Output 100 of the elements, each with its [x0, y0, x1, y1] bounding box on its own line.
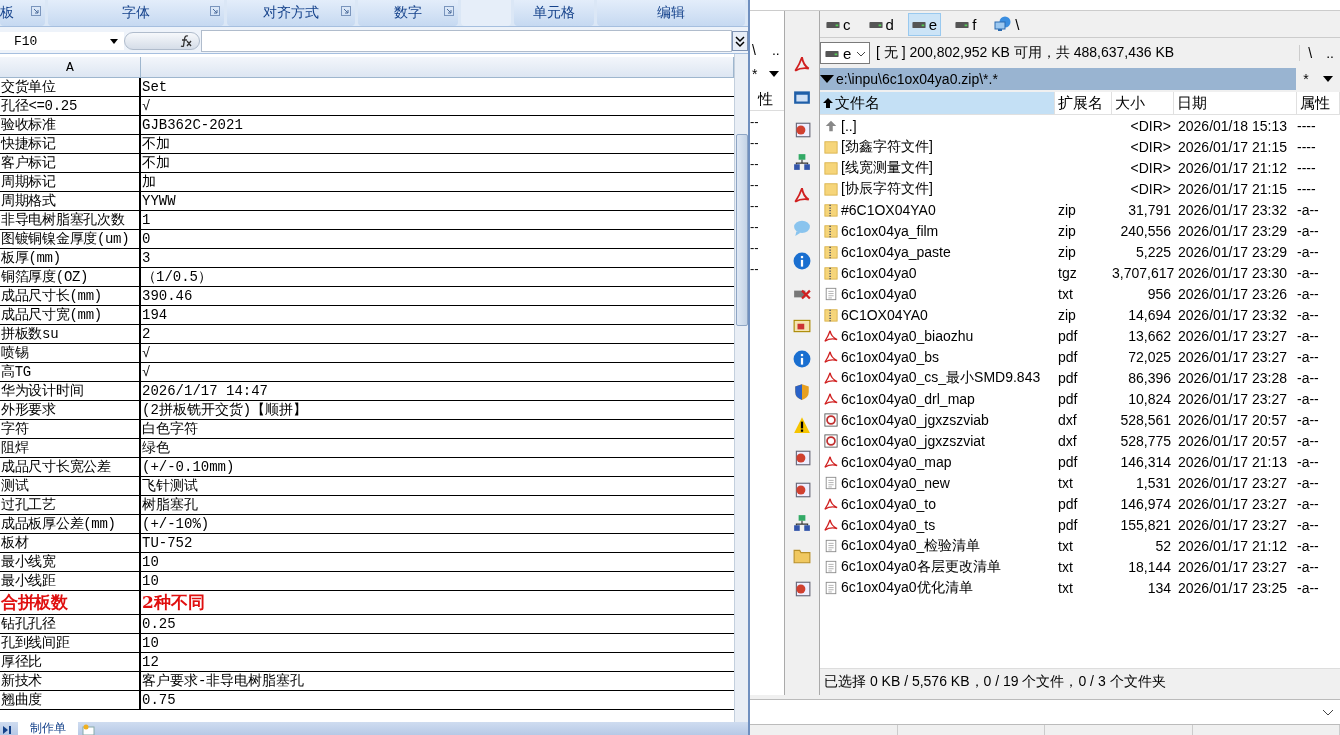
file-row[interactable]: [劲鑫字符文件] <DIR> 2026/01/17 21:15 ---- — [820, 136, 1340, 157]
presentation-icon[interactable] — [793, 448, 811, 467]
path-bar[interactable]: e:\inpu\6c1ox04ya0.zip\*.* — [820, 68, 1296, 90]
network-icon[interactable] — [793, 153, 811, 172]
table-cell: 翘曲度 — [0, 691, 141, 709]
table-cell: 孔径<=0.25 — [0, 97, 141, 115]
file-name: 6c1ox04ya0_drl_map — [841, 390, 975, 407]
table-cell-text: YYWW — [141, 192, 177, 210]
file-row[interactable]: 6c1ox04ya_paste zip 5,225 2026/01/17 23:29 -a-- — [820, 241, 1340, 262]
dialog-launcher-icon[interactable] — [341, 6, 351, 16]
file-row[interactable]: 6c1ox04ya0_drl_map pdf 10,824 2026/01/17 23:27 -a-- — [820, 388, 1340, 409]
table-cell-text: 不加 — [141, 154, 171, 172]
name-box[interactable]: F10 — [0, 32, 124, 50]
column-header[interactable]: 日期 — [1174, 92, 1297, 114]
formula-field[interactable] — [201, 30, 732, 52]
dialog-launcher-icon[interactable] — [31, 6, 41, 16]
file-date: 2026/01/17 20:57 — [1178, 411, 1287, 428]
file-row[interactable]: 6c1ox04ya0_ts pdf 155,821 2026/01/17 23:27 -a-- — [820, 514, 1340, 535]
file-row[interactable]: 6c1ox04ya0各层更改清单 txt 18,144 2026/01/17 23:27 -a-- — [820, 556, 1340, 577]
file-row[interactable]: 6c1ox04ya0_map pdf 146,314 2026/01/17 21:13 -a-- — [820, 451, 1340, 472]
table-cell-text: TU-752 — [141, 534, 194, 552]
parent-button[interactable]: .. — [1326, 45, 1334, 61]
drive-icon — [955, 19, 970, 29]
drive-button[interactable]: \ — [990, 12, 1024, 36]
function-button[interactable] — [124, 32, 200, 50]
drive-icon — [826, 19, 840, 29]
dropdown-icon[interactable] — [769, 71, 780, 77]
file-size: 146,974 — [1120, 495, 1171, 512]
file-name: 6c1ox04ya0_map — [841, 453, 952, 470]
file-name: [协辰字符文件] — [841, 179, 933, 198]
drive-button[interactable]: f — [951, 12, 981, 36]
table-cell-text: 2 — [141, 325, 152, 343]
info-icon[interactable] — [793, 251, 811, 270]
file-row[interactable]: [..] <DIR> 2026/01/18 15:13 ---- — [820, 115, 1340, 136]
table-cell: 高TG — [0, 363, 141, 381]
table-cell-text: 2026/1/17 14:47 — [141, 382, 270, 400]
shield-icon[interactable] — [793, 382, 811, 401]
file-name: [..] — [841, 117, 857, 134]
file-size: 52 — [1155, 537, 1171, 554]
file-row[interactable]: 6c1ox04ya0 txt 956 2026/01/17 23:26 -a-- — [820, 283, 1340, 304]
file-row[interactable]: 6c1ox04ya0_cs_最小SMD9.843 pdf 86,396 2026/01/17 23:28 -a-- — [820, 367, 1340, 388]
table-cell-text: 390.46 — [141, 287, 194, 305]
file-date: 2026/01/17 23:25 — [1178, 579, 1287, 596]
table-cell: 铜箔厚度(OZ) — [0, 268, 141, 286]
table-cell-text: (+/-10%) — [141, 515, 211, 533]
next-sheet-icon[interactable] — [0, 725, 14, 735]
file-row[interactable]: [协辰字符文件] <DIR> 2026/01/17 21:15 ---- — [820, 178, 1340, 199]
drive-button[interactable]: d — [864, 12, 898, 36]
dropdown-icon[interactable] — [1322, 76, 1333, 82]
drive-dropdown[interactable]: e — [820, 42, 870, 64]
pdf-icon[interactable] — [793, 55, 811, 73]
file-size: 86,396 — [1128, 369, 1171, 386]
filter-label[interactable]: * — [1303, 71, 1309, 87]
file-row[interactable]: #6C1OX04YA0 zip 31,791 2026/01/17 23:32 -a-- — [820, 199, 1340, 220]
column-header[interactable]: 大小 — [1112, 92, 1174, 114]
parent-button[interactable]: .. — [771, 42, 780, 58]
dialog-launcher-icon[interactable] — [444, 6, 454, 16]
file-date: 2026/01/17 23:27 — [1178, 390, 1287, 407]
scrollbar[interactable] — [734, 54, 748, 722]
file-extension: pdf — [1058, 495, 1078, 512]
file-row[interactable]: 6c1ox04ya0 tgz 3,707,617 2026/01/17 23:30 -a-- — [820, 262, 1340, 283]
pdf-icon[interactable] — [793, 186, 811, 205]
file-row[interactable]: 6c1ox04ya0_检验清单 txt 52 2026/01/17 21:12 -a-- — [820, 535, 1340, 556]
file-row[interactable]: 6C1OX04YA0 zip 14,694 2026/01/17 23:32 -a-- — [820, 304, 1340, 325]
file-row[interactable]: 6c1ox04ya0优化清单 txt 134 2026/01/17 23:25 -a-- — [820, 577, 1340, 598]
file-row[interactable]: 6c1ox04ya0_jgxzszviab dxf 528,561 2026/01/17 20:57 -a-- — [820, 409, 1340, 430]
file-date: 2026/01/17 20:57 — [1178, 432, 1287, 449]
warning-icon[interactable] — [793, 415, 811, 434]
drive-button[interactable]: c — [822, 12, 855, 36]
file-attributes: -a-- — [1297, 264, 1319, 281]
file-row[interactable]: 6c1ox04ya0_jgxzszviat dxf 528,775 2026/01/17 20:57 -a-- — [820, 430, 1340, 451]
column-header[interactable]: 属性 — [1297, 92, 1340, 114]
root-button[interactable]: \ — [752, 42, 756, 58]
column-header[interactable]: 扩展名 — [1055, 92, 1112, 114]
file-date: 2026/01/17 23:32 — [1178, 201, 1287, 218]
column-header[interactable]: 文件名 — [820, 92, 1055, 114]
dropdown-icon[interactable] — [820, 75, 834, 83]
root-button[interactable]: \ — [1308, 45, 1313, 61]
expand-icon[interactable] — [732, 31, 748, 51]
table-cell: 喷锡 — [0, 344, 141, 362]
presentation-icon[interactable] — [793, 481, 811, 500]
file-row[interactable]: 6c1ox04ya_film zip 240,556 2026/01/17 23:29 -a-- — [820, 220, 1340, 241]
file-row[interactable]: 6c1ox04ya0_bs pdf 72,025 2026/01/17 23:27 -a-- — [820, 346, 1340, 367]
drive-button[interactable]: e — [907, 12, 942, 36]
file-name: 6c1ox04ya0_new — [841, 474, 950, 491]
presentation-icon[interactable] — [793, 579, 811, 598]
column-header[interactable]: 性 — [758, 89, 773, 109]
presentation-icon[interactable] — [793, 120, 811, 139]
file-row[interactable]: 6c1ox04ya0_biaozhu pdf 13,662 2026/01/17 23:27 -a-- — [820, 325, 1340, 346]
file-row[interactable]: 6c1ox04ya0_to pdf 146,974 2026/01/17 23:27 -a-- — [820, 493, 1340, 514]
column-header[interactable]: A — [0, 57, 141, 77]
file-row[interactable]: [线宽测量文件] <DIR> 2026/01/17 21:12 ---- — [820, 157, 1340, 178]
file-name: 6c1ox04ya0各层更改清单 — [841, 557, 1001, 576]
file-row[interactable]: 6c1ox04ya0_new txt 1,531 2026/01/17 23:27 -a-- — [820, 472, 1340, 493]
filter-label[interactable]: * — [752, 66, 758, 82]
info-icon[interactable] — [793, 350, 811, 369]
dialog-launcher-icon[interactable] — [210, 6, 220, 16]
file-size: 13,662 — [1128, 327, 1171, 344]
sheet-tab[interactable]: 制作单 — [18, 722, 78, 735]
network-icon[interactable] — [793, 514, 811, 533]
